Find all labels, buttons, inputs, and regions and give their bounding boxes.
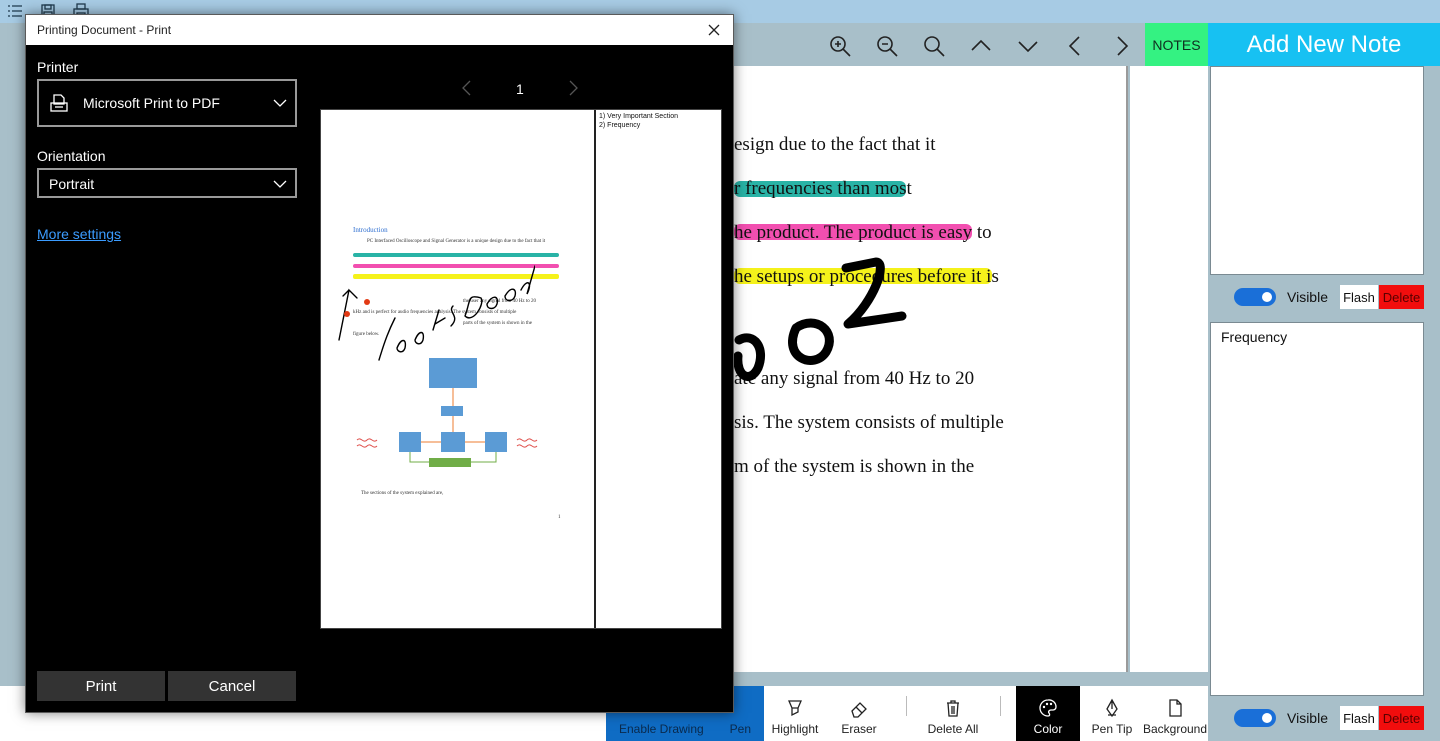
pen-tip-label: Pen Tip [1091, 722, 1133, 736]
print-dialog: Printing Document - Print Printer Micros… [25, 14, 734, 713]
orientation-select[interactable]: Portrait [37, 168, 297, 198]
chevron-down-icon [273, 180, 287, 188]
chevron-down-icon [273, 99, 287, 107]
delete-all-button[interactable]: Delete All [920, 686, 986, 741]
preview-text-line: PC Interfaced Oscilloscope and Signal Ge… [367, 239, 546, 244]
color-button[interactable]: Color [1016, 686, 1080, 741]
document-line: r frequencies than most [734, 178, 912, 199]
document-line: esign due to the fact that it [734, 134, 936, 155]
eraser-button[interactable]: Eraser [830, 686, 888, 741]
dialog-title: Printing Document - Print [37, 23, 172, 37]
delete-note-button[interactable]: Delete [1379, 285, 1424, 309]
pen-tip-icon [1106, 698, 1118, 718]
trash-icon [947, 700, 959, 717]
toolbar-divider [906, 696, 907, 716]
zoom-out-icon[interactable] [874, 33, 900, 59]
document-line: sis. The system consists of multiple [734, 412, 1004, 433]
palette-icon [1039, 699, 1057, 717]
notes-tab[interactable]: NOTES [1145, 23, 1208, 66]
chevron-up-icon[interactable] [968, 33, 994, 59]
printer-icon [50, 94, 68, 112]
note-text-area[interactable]: Frequency [1210, 322, 1424, 696]
more-settings-link[interactable]: More settings [37, 226, 121, 242]
chevron-left-icon[interactable] [460, 79, 474, 97]
document-margin [1130, 66, 1208, 672]
delete-all-label: Delete All [927, 722, 979, 736]
enable-drawing-label: Enable Drawing [618, 722, 704, 736]
pen-label: Pen [729, 722, 751, 736]
preview-teal-highlight [353, 253, 559, 257]
preview-block-diagram [356, 358, 538, 467]
flash-button[interactable]: Flash [1340, 285, 1378, 309]
add-new-note-button[interactable]: Add New Note [1208, 23, 1440, 66]
eraser-icon [851, 702, 867, 718]
pen-tip-button[interactable]: Pen Tip [1084, 686, 1140, 741]
background-label: Background [1142, 722, 1208, 736]
visible-label: Visible [1287, 710, 1328, 726]
preview-page-number: 1 [516, 81, 524, 97]
preview-divider [594, 110, 596, 628]
visible-toggle[interactable] [1234, 709, 1276, 727]
chevron-down-icon[interactable] [1015, 33, 1041, 59]
list-icon[interactable] [6, 2, 24, 20]
color-label: Color [1033, 722, 1063, 736]
preview-heading: Introduction [353, 226, 388, 234]
close-icon[interactable] [705, 21, 723, 39]
ink-annotation [734, 257, 907, 381]
chevron-right-icon[interactable] [566, 79, 580, 97]
cancel-button[interactable]: Cancel [168, 671, 296, 701]
printer-label: Printer [37, 59, 79, 75]
eraser-label: Eraser [841, 722, 877, 736]
highlight-label: Highlight [771, 722, 819, 736]
note-controls: Visible Flash Delete [1208, 282, 1440, 312]
chevron-right-icon[interactable] [1109, 33, 1135, 59]
printer-value: Microsoft Print to PDF [83, 95, 220, 111]
highlight-button[interactable]: Highlight [766, 686, 824, 741]
search-icon[interactable] [921, 33, 947, 59]
printer-select[interactable]: Microsoft Print to PDF [37, 79, 297, 127]
highlighter-icon [788, 700, 802, 717]
document-line: m of the system is shown in the [734, 456, 975, 477]
zoom-in-icon[interactable] [827, 33, 853, 59]
page-icon [1169, 699, 1182, 717]
dialog-title-bar: Printing Document - Print [26, 15, 733, 45]
orientation-value: Portrait [49, 176, 95, 192]
print-preview-page: 1) Very Important Section 2) Frequency I… [320, 109, 722, 629]
preview-note-item: 1) Very Important Section [599, 113, 678, 120]
note-controls: Visible Flash Delete [1208, 703, 1440, 733]
preview-caption: The sections of the system explained are… [361, 491, 444, 496]
preview-note-item: 2) Frequency [599, 122, 641, 129]
print-button[interactable]: Print [37, 671, 165, 701]
delete-note-button[interactable]: Delete [1379, 706, 1424, 730]
toolbar-divider [1000, 696, 1001, 716]
background-button[interactable]: Background [1142, 686, 1208, 741]
flash-button[interactable]: Flash [1340, 706, 1378, 730]
chevron-left-icon[interactable] [1062, 33, 1088, 59]
note-text-area[interactable] [1210, 66, 1424, 275]
visible-label: Visible [1287, 289, 1328, 305]
visible-toggle[interactable] [1234, 288, 1276, 306]
orientation-label: Orientation [37, 148, 106, 164]
preview-page-footer: 1 [558, 515, 561, 520]
